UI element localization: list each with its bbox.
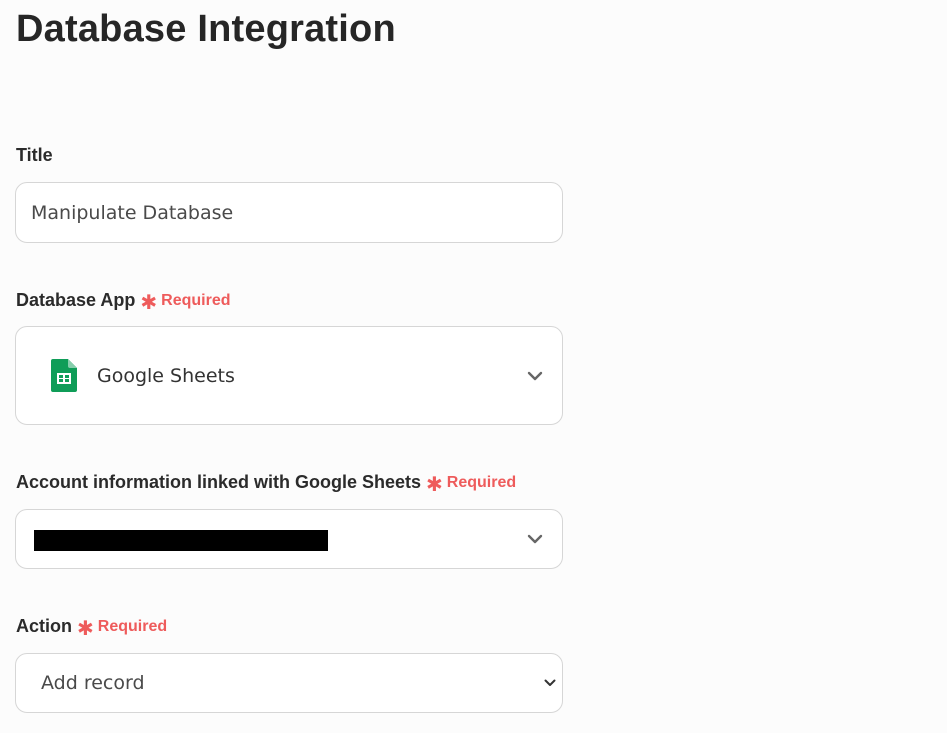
required-text: Required	[446, 473, 517, 491]
action-select[interactable]: Add record	[15, 653, 563, 713]
required-text: Required	[97, 617, 168, 635]
database-app-value: Google Sheets	[97, 364, 235, 387]
action-label: Action ✱ Required	[16, 616, 168, 640]
required-badge: ✱ Required	[426, 473, 517, 496]
account-select[interactable]	[15, 509, 563, 569]
required-asterisk-icon: ✱	[140, 291, 158, 314]
action-label-text: Action	[16, 616, 72, 636]
database-app-select[interactable]: Google Sheets	[15, 326, 563, 425]
required-asterisk-icon: ✱	[77, 617, 94, 640]
required-badge: ✱ Required	[140, 291, 231, 314]
account-label: Account information linked with Google S…	[16, 472, 517, 496]
account-label-text: Account information linked with Google S…	[16, 472, 422, 492]
required-text: Required	[161, 291, 231, 309]
title-input-value: Manipulate Database	[31, 201, 234, 224]
chevron-down-icon	[527, 371, 543, 380]
page-title: Database Integration	[16, 8, 396, 50]
title-label-text: Title	[16, 145, 53, 165]
redacted-account-value	[34, 530, 328, 551]
google-sheets-icon	[51, 359, 77, 392]
database-app-label: Database App ✱ Required	[16, 290, 231, 314]
action-value: Add record	[41, 672, 145, 694]
database-app-label-text: Database App	[16, 290, 136, 310]
chevron-down-icon	[544, 679, 556, 686]
database-integration-page: Database Integration Title Manipulate Da…	[0, 0, 947, 733]
title-input[interactable]: Manipulate Database	[15, 182, 563, 243]
title-label: Title	[16, 145, 53, 166]
chevron-down-icon	[527, 534, 543, 544]
required-asterisk-icon: ✱	[426, 473, 443, 496]
required-badge: ✱ Required	[77, 617, 168, 640]
